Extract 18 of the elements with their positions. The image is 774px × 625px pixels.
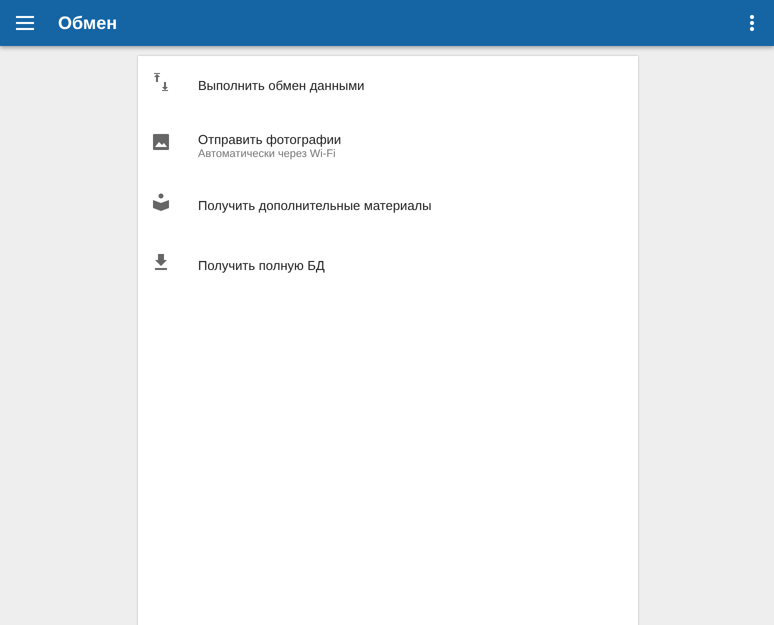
item-subtitle: Автоматически через Wi-Fi <box>198 148 337 160</box>
item-title: Отправить фотографии <box>198 132 342 148</box>
list-item[interactable]: Отправить фотографии Автоматически через Wi-Fi <box>138 116 638 176</box>
download-icon <box>152 253 170 271</box>
list-item[interactable]: Выполнить обмен данными <box>138 56 638 116</box>
more-button[interactable] <box>750 15 754 31</box>
image-icon <box>152 133 170 151</box>
menu-button[interactable] <box>16 16 34 30</box>
item-title: Выполнить обмен данными <box>198 78 364 94</box>
list-item[interactable]: Получить дополнительные материалы <box>138 176 638 236</box>
item-title: Получить полную БД <box>198 258 325 274</box>
swap-arrows-icon <box>152 73 170 91</box>
app-title: Обмен <box>58 12 118 34</box>
book-icon <box>152 193 170 211</box>
more-icon <box>750 15 754 31</box>
item-title: Получить дополнительные материалы <box>198 198 432 214</box>
menu-icon <box>16 16 34 30</box>
list-item[interactable]: Получить полную БД <box>138 236 638 296</box>
